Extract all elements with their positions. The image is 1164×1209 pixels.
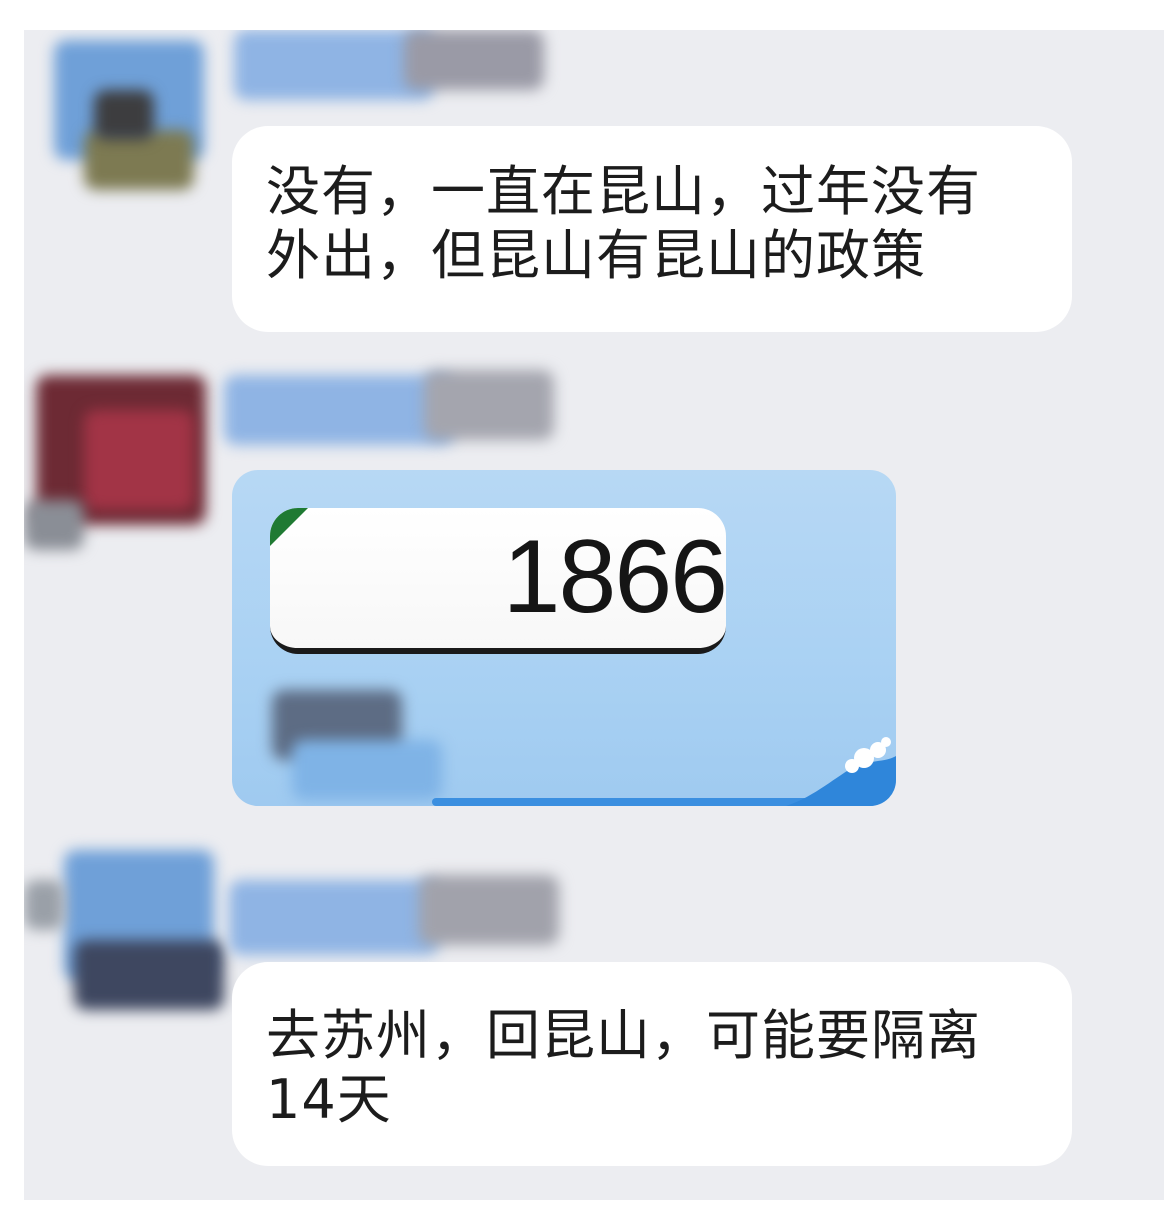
message-text-line: 去苏州，回昆山，可能要隔离 — [266, 1004, 981, 1067]
amount-display: 1866 — [270, 508, 726, 654]
message-text-line: 没有，一直在昆山，过年没有 — [266, 160, 981, 223]
image-message[interactable]: 1866 — [232, 470, 896, 806]
message-bubble[interactable]: 去苏州，回昆山，可能要隔离 14天 — [232, 962, 1072, 1166]
amount-value: 1866 — [502, 519, 726, 635]
corner-mark — [270, 508, 308, 546]
message-text-line: 14天 — [266, 1068, 392, 1131]
message-bubble[interactable]: 没有，一直在昆山，过年没有 外出，但昆山有昆山的政策 — [232, 126, 1072, 332]
wave-icon — [786, 737, 896, 806]
chat-panel: 没有，一直在昆山，过年没有 外出，但昆山有昆山的政策 1866 去苏州，回昆山，… — [24, 30, 1164, 1200]
message-text-line: 外出，但昆山有昆山的政策 — [266, 224, 926, 287]
